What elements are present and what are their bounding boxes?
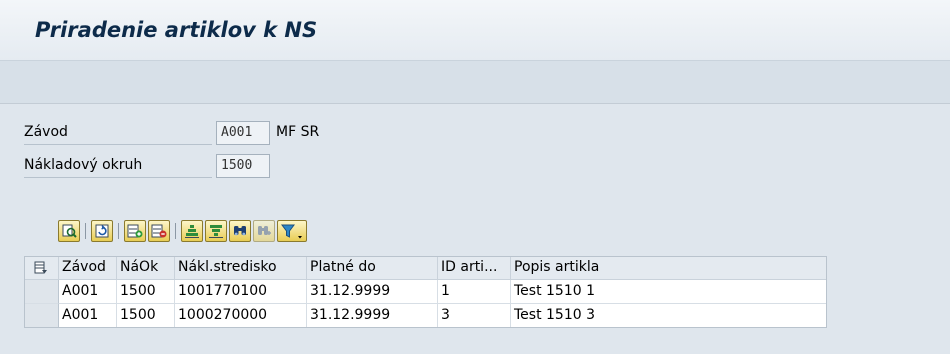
find-next-icon[interactable] xyxy=(253,220,275,242)
sort-descending-icon[interactable] xyxy=(205,220,227,242)
column-header-article-id[interactable]: ID arti... xyxy=(438,256,511,280)
cell-plant[interactable]: A001 xyxy=(59,280,117,304)
table-row[interactable]: A001 1500 1000270000 31.12.9999 3 Test 1… xyxy=(24,304,827,328)
sort-ascending-icon[interactable] xyxy=(181,220,203,242)
column-header-plant[interactable]: Závod xyxy=(59,256,117,280)
cell-article-description[interactable]: Test 1510 1 xyxy=(511,280,827,304)
cell-controlling-area[interactable]: 1500 xyxy=(117,304,175,328)
controlling-area-field[interactable]: 1500 xyxy=(216,154,270,178)
column-header-controlling-area[interactable]: NáOk xyxy=(117,256,175,280)
table-header: Závod NáOk Nákl.stredisko Platné do ID a… xyxy=(24,256,827,280)
details-icon[interactable] xyxy=(58,220,80,242)
insert-row-icon[interactable] xyxy=(124,220,146,242)
cell-valid-to[interactable]: 31.12.9999 xyxy=(307,280,438,304)
delete-row-icon[interactable] xyxy=(148,220,170,242)
cell-article-description[interactable]: Test 1510 3 xyxy=(511,304,827,328)
cell-article-id[interactable]: 1 xyxy=(438,280,511,304)
row-selector[interactable] xyxy=(24,304,59,328)
title-bar: Priradenie artiklov k NS xyxy=(0,0,950,61)
application-toolbar xyxy=(0,61,950,104)
cell-cost-center[interactable]: 1001770100 xyxy=(175,280,307,304)
cell-controlling-area[interactable]: 1500 xyxy=(117,280,175,304)
cell-valid-to[interactable]: 31.12.9999 xyxy=(307,304,438,328)
page-title: Priradenie artiklov k NS xyxy=(35,18,318,42)
grid-toolbar xyxy=(58,217,438,245)
cell-article-id[interactable]: 3 xyxy=(438,304,511,328)
column-header-valid-to[interactable]: Platné do xyxy=(307,256,438,280)
filter-icon[interactable] xyxy=(277,220,307,242)
controlling-area-label: Nákladový okruh xyxy=(24,154,212,178)
refresh-icon[interactable] xyxy=(91,220,113,242)
plant-description: MF SR xyxy=(276,124,320,140)
toolbar-separator xyxy=(175,223,176,239)
row-selector[interactable] xyxy=(24,280,59,304)
column-header-cost-center[interactable]: Nákl.stredisko xyxy=(175,256,307,280)
toolbar-separator xyxy=(118,223,119,239)
column-header-article-description[interactable]: Popis artikla xyxy=(511,256,827,280)
toolbar-separator xyxy=(85,223,86,239)
layout-icon[interactable] xyxy=(24,256,59,280)
cell-plant[interactable]: A001 xyxy=(59,304,117,328)
cell-cost-center[interactable]: 1000270000 xyxy=(175,304,307,328)
plant-field[interactable]: A001 xyxy=(216,121,270,145)
find-icon[interactable] xyxy=(229,220,251,242)
table-row[interactable]: A001 1500 1001770100 31.12.9999 1 Test 1… xyxy=(24,280,827,304)
plant-label: Závod xyxy=(24,121,212,145)
